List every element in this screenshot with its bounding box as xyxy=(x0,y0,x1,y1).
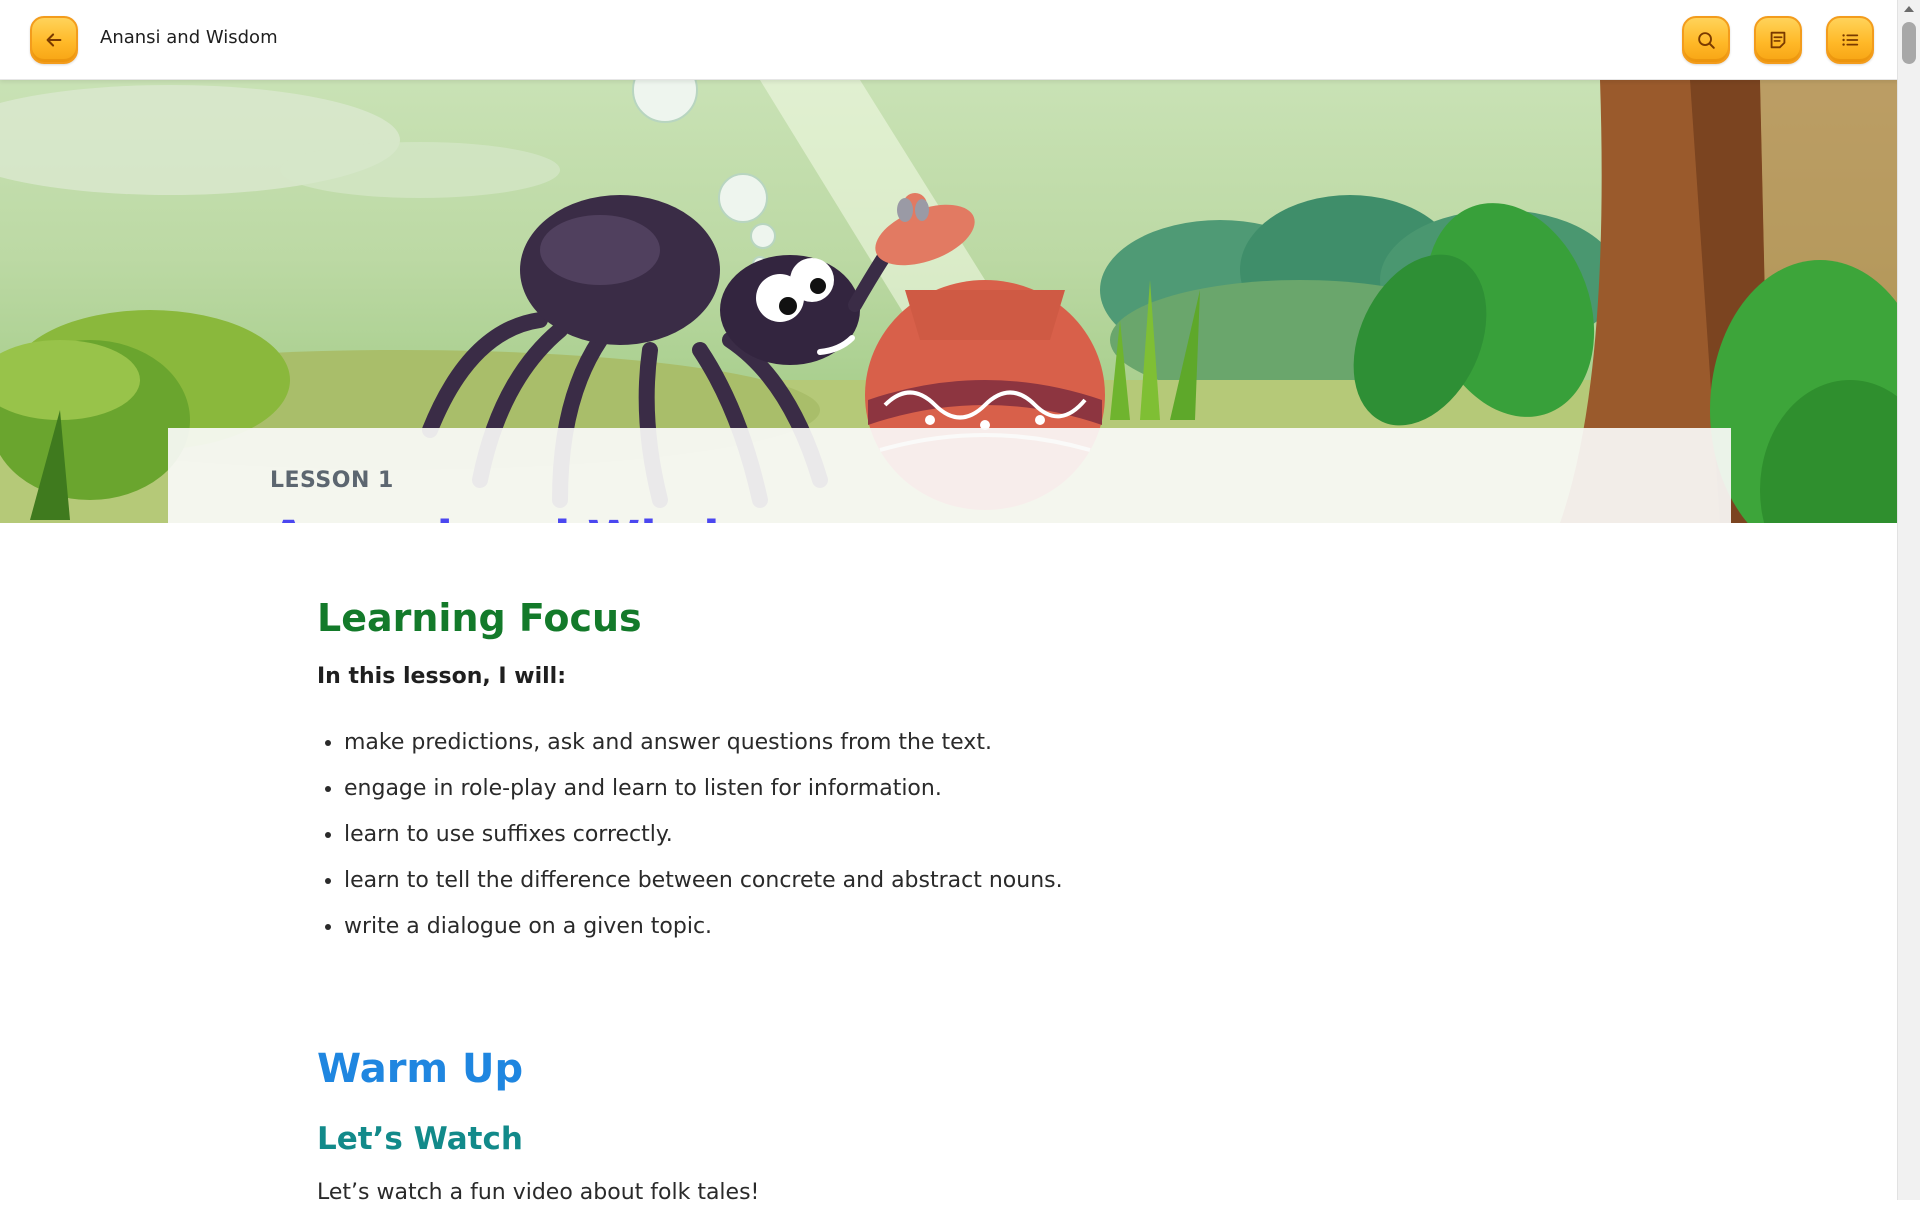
scroll-thumb[interactable] xyxy=(1902,22,1916,64)
back-button[interactable] xyxy=(30,16,78,64)
lesson-title: Anansi and Wisdom xyxy=(270,511,803,523)
warm-up-heading: Warm Up xyxy=(317,1046,524,1092)
list-item: make predictions, ask and answer questio… xyxy=(344,720,1617,766)
lets-watch-text: Let’s watch a fun video about folk tales… xyxy=(317,1180,760,1205)
page-scrollbar[interactable] xyxy=(1897,0,1920,1200)
learning-objectives-list: make predictions, ask and answer questio… xyxy=(317,720,1617,950)
lesson-title-card: LESSON 1 Anansi and Wisdom xyxy=(168,428,1731,523)
list-item: engage in role-play and learn to listen … xyxy=(344,766,1617,812)
lets-watch-heading: Let’s Watch xyxy=(317,1121,523,1157)
top-bar: Anansi and Wisdom xyxy=(0,0,1898,80)
list-item: learn to tell the difference between con… xyxy=(344,858,1617,904)
notes-button[interactable] xyxy=(1754,16,1802,64)
arrow-left-icon xyxy=(46,33,62,47)
list-icon xyxy=(1842,34,1859,46)
list-item: write a dialogue on a given topic. xyxy=(344,904,1617,950)
page-title: Anansi and Wisdom xyxy=(100,27,278,48)
search-icon xyxy=(1698,32,1715,49)
table-of-contents-button[interactable] xyxy=(1826,16,1874,64)
notes-icon xyxy=(1770,31,1786,49)
lesson-content: Learning Focus In this lesson, I will: m… xyxy=(317,590,1617,1210)
lesson-banner: LESSON 1 Anansi and Wisdom xyxy=(0,80,1898,523)
lesson-number: LESSON 1 xyxy=(270,468,394,493)
list-item: learn to use suffixes correctly. xyxy=(344,812,1617,858)
learning-focus-intro: In this lesson, I will: xyxy=(317,664,567,689)
learning-focus-heading: Learning Focus xyxy=(317,596,642,640)
search-button[interactable] xyxy=(1682,16,1730,64)
scroll-up-arrow[interactable] xyxy=(1904,6,1914,12)
